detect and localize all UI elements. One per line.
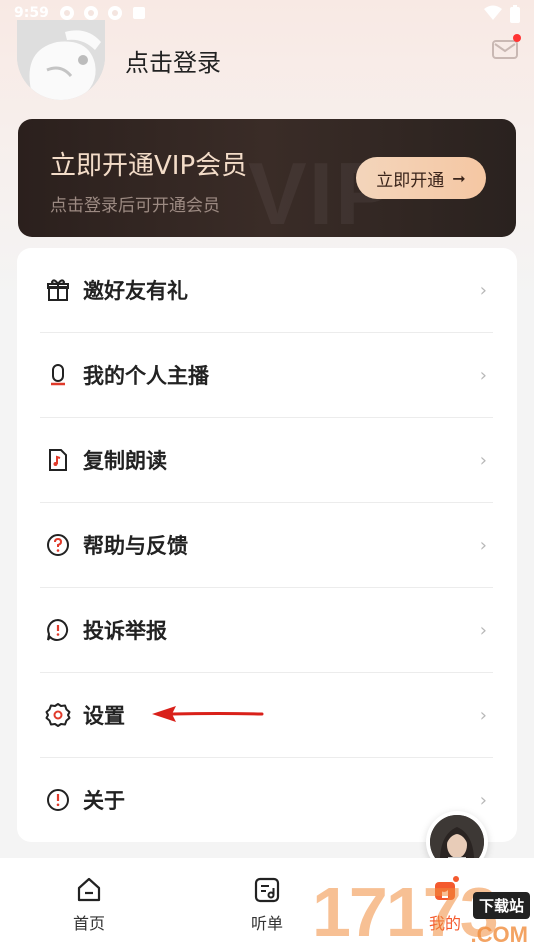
menu-item-label: 复制朗读: [83, 449, 167, 473]
chevron-right-icon: ›: [479, 789, 487, 811]
report-icon: [45, 617, 71, 643]
chevron-right-icon: ›: [479, 534, 487, 556]
chevron-right-icon: ›: [479, 364, 487, 386]
notification-dot: [453, 876, 459, 882]
menu-item-my-anchor[interactable]: 我的个人主播 ›: [17, 333, 517, 417]
menu-item-label: 邀好友有礼: [83, 279, 188, 303]
message-button[interactable]: [492, 34, 521, 62]
menu-list: 邀好友有礼 › 我的个人主播 › 复制朗读 › 帮助与反馈 › 投诉举报 › 设…: [17, 248, 517, 842]
menu-item-label: 关于: [83, 789, 125, 813]
menu-item-label: 我的个人主播: [83, 364, 209, 388]
battery-icon: [510, 5, 520, 23]
arrow-right-icon: ➞: [452, 168, 466, 188]
menu-item-label: 投诉举报: [83, 619, 167, 643]
microphone-icon: [45, 362, 71, 388]
chevron-right-icon: ›: [479, 449, 487, 471]
profile-header[interactable]: 点击登录: [17, 20, 221, 100]
gear-icon: [45, 702, 71, 728]
tab-home[interactable]: 首页: [0, 858, 178, 950]
menu-item-invite[interactable]: 邀好友有礼 ›: [17, 248, 517, 332]
vip-subtitle: 点击登录后可开通会员: [50, 196, 220, 216]
info-icon: [45, 787, 71, 813]
tab-label: 首页: [72, 914, 105, 933]
app-notification-icon: [107, 6, 122, 20]
menu-item-label: 帮助与反馈: [83, 534, 188, 558]
download-notification-icon: [132, 7, 145, 19]
menu-item-report[interactable]: 投诉举报 ›: [17, 588, 517, 672]
chevron-right-icon: ›: [479, 619, 487, 641]
music-doc-icon: [45, 447, 71, 473]
status-time: 9:59: [14, 5, 49, 21]
default-avatar-icon: [17, 20, 105, 100]
annotation-arrow-icon: [152, 706, 264, 722]
tab-mine[interactable]: 我的: [356, 858, 534, 950]
active-indicator: [439, 882, 449, 892]
wifi-icon: [484, 5, 502, 20]
tab-label: 我的: [428, 914, 461, 933]
vip-open-button[interactable]: 立即开通 ➞: [356, 157, 486, 199]
app-notification-icon: [59, 6, 74, 20]
bottom-tab-bar: 首页 听单 我的: [0, 858, 534, 950]
chevron-right-icon: ›: [479, 704, 487, 726]
vip-banner[interactable]: VIP 立即开通VIP会员 点击登录后可开通会员 立即开通 ➞: [18, 119, 516, 237]
unread-dot: [513, 34, 521, 42]
vip-title: 立即开通VIP会员: [50, 151, 248, 181]
tab-label: 听单: [250, 914, 283, 933]
tab-playlist[interactable]: 听单: [178, 858, 356, 950]
home-icon: [77, 877, 101, 902]
menu-item-copy-read[interactable]: 复制朗读 ›: [17, 418, 517, 502]
avatar[interactable]: [17, 20, 105, 100]
gift-icon: [45, 277, 71, 303]
menu-item-help-feedback[interactable]: 帮助与反馈 ›: [17, 503, 517, 587]
playlist-icon: [254, 877, 280, 903]
question-icon: [45, 532, 71, 558]
status-right: [484, 5, 520, 23]
menu-item-settings[interactable]: 设置 ›: [17, 673, 517, 757]
vip-open-label: 立即开通: [376, 170, 445, 191]
app-notification-icon: [83, 6, 98, 20]
chevron-right-icon: ›: [479, 279, 487, 301]
menu-item-label: 设置: [83, 704, 125, 728]
login-prompt[interactable]: 点击登录: [125, 43, 221, 78]
